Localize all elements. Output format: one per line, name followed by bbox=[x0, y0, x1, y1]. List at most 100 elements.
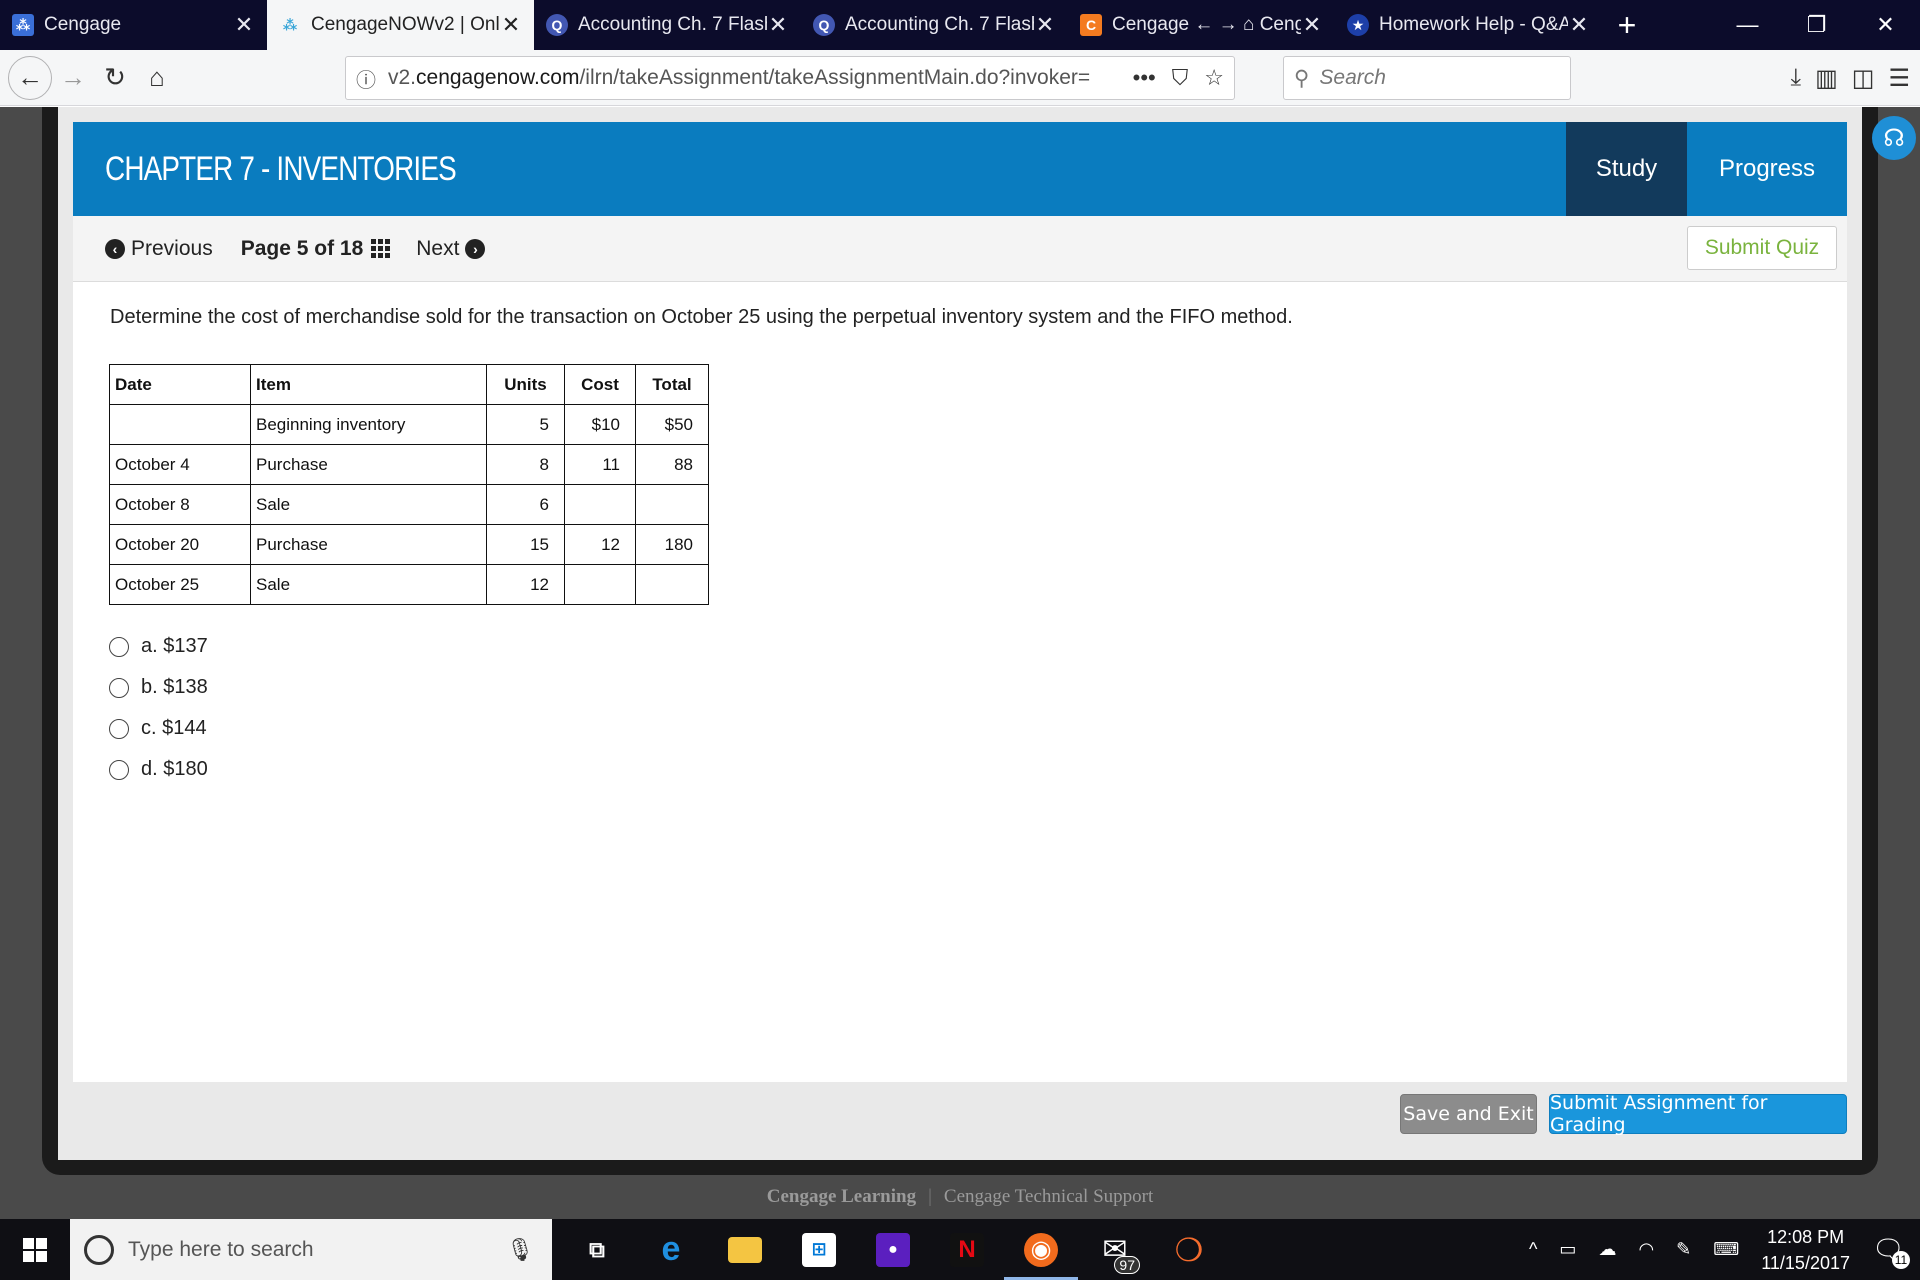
browser-nav-bar: ← → ↻ ⌂ ⓘ v2. cengagenow.com/ilrn/takeAss… bbox=[0, 50, 1920, 106]
clock[interactable]: 12:08 PM 11/15/2017 bbox=[1761, 1224, 1850, 1276]
radio-button[interactable] bbox=[109, 636, 129, 657]
clock-date: 11/15/2017 bbox=[1761, 1252, 1850, 1273]
window-controls: — ❐ ✕ bbox=[1713, 0, 1920, 50]
reload-icon[interactable]: ↻ bbox=[94, 57, 136, 99]
progress-tab[interactable]: Progress bbox=[1687, 122, 1847, 216]
table-cell: Sale bbox=[250, 484, 487, 525]
taskbar-search-input[interactable]: Type here to search 🎙 bbox=[70, 1219, 552, 1280]
study-tab[interactable]: Study bbox=[1566, 122, 1687, 216]
onedrive-cloud-icon[interactable]: ☁ bbox=[1598, 1239, 1616, 1260]
bookmark-star-icon[interactable]: ☆ bbox=[1204, 65, 1224, 91]
footer-support-link[interactable]: Cengage Technical Support bbox=[944, 1186, 1153, 1208]
table-cell: 8 bbox=[486, 444, 565, 485]
browser-tab[interactable]: Q Accounting Ch. 7 Flash ✕ bbox=[534, 0, 801, 50]
submit-assignment-button[interactable]: Submit Assignment for Grading bbox=[1549, 1092, 1847, 1136]
page-indicator[interactable]: Page 5 of 18 bbox=[241, 237, 391, 261]
chapter-header: CHAPTER 7 - INVENTORIES Study Progress bbox=[73, 122, 1847, 216]
wifi-icon[interactable]: ◠ bbox=[1638, 1239, 1654, 1260]
pocket-icon[interactable]: ⛉ bbox=[1172, 65, 1189, 91]
mail-app[interactable]: ✉ 97 bbox=[1078, 1219, 1152, 1280]
close-window-icon[interactable]: ✕ bbox=[1851, 0, 1920, 50]
sidebar-icon[interactable]: ◫ bbox=[1852, 64, 1875, 93]
table-row: October 4 Purchase 8 11 88 bbox=[109, 444, 709, 485]
keyboard-icon[interactable]: ⌨ bbox=[1713, 1239, 1739, 1260]
taskbar-apps: ⧉ e ⊞ ● N ◉ ✉ 97 ❍ bbox=[560, 1219, 1226, 1280]
more-icon[interactable]: ••• bbox=[1133, 65, 1156, 91]
purple-app[interactable]: ● bbox=[856, 1219, 930, 1280]
microphone-icon[interactable]: 🎙 bbox=[506, 1237, 534, 1263]
download-icon[interactable]: ⤓ bbox=[1791, 64, 1802, 92]
library-icon[interactable]: ▥ bbox=[1815, 64, 1838, 93]
browser-tab[interactable]: ★ Homework Help - Q&A ✕ bbox=[1335, 0, 1602, 50]
next-button[interactable]: Next › bbox=[416, 237, 486, 261]
origin-app[interactable]: ❍ bbox=[1152, 1219, 1226, 1280]
save-and-exit-button[interactable]: Save and Exit bbox=[1400, 1094, 1537, 1134]
close-icon[interactable]: ✕ bbox=[767, 12, 789, 38]
back-arrow-icon[interactable]: ← bbox=[8, 55, 52, 100]
system-tray: ^ ▭ ☁ ◠ ✎ ⌨ 12:08 PM 11/15/2017 🗨 11 bbox=[1529, 1224, 1920, 1276]
table-cell bbox=[635, 484, 709, 525]
search-input[interactable]: ⚲ Search bbox=[1283, 56, 1571, 100]
table-cell: 5 bbox=[486, 404, 565, 445]
quizlet-icon: Q bbox=[546, 14, 568, 36]
tab-title: Cengage ← → ⌂ Ceng bbox=[1112, 14, 1301, 35]
close-icon[interactable]: ✕ bbox=[1568, 12, 1590, 38]
grid-icon bbox=[371, 239, 391, 258]
url-bar[interactable]: ⓘ v2. cengagenow.com/ilrn/takeAssignment/… bbox=[345, 56, 1235, 100]
file-explorer-app[interactable] bbox=[708, 1219, 782, 1280]
battery-icon[interactable]: ▭ bbox=[1559, 1239, 1576, 1260]
home-icon[interactable]: ⌂ bbox=[136, 57, 178, 99]
table-cell bbox=[564, 564, 636, 605]
previous-label: Previous bbox=[131, 236, 213, 260]
radio-button[interactable] bbox=[109, 718, 129, 739]
table-row: October 20 Purchase 15 12 180 bbox=[109, 524, 709, 565]
restore-icon[interactable]: ❐ bbox=[1782, 0, 1851, 50]
tab-title: Accounting Ch. 7 Flash bbox=[845, 14, 1034, 35]
previous-button[interactable]: ‹ Previous bbox=[105, 237, 213, 261]
taskbar: Type here to search 🎙 ⧉ e ⊞ ● N ◉ ✉ 97 ❍… bbox=[0, 1219, 1920, 1280]
table-cell: October 4 bbox=[109, 444, 251, 485]
menu-icon[interactable]: ☰ bbox=[1888, 64, 1910, 93]
info-icon[interactable]: ⓘ bbox=[356, 64, 376, 93]
page-footer: Cengage Learning | Cengage Technical Sup… bbox=[0, 1175, 1920, 1219]
browser-tab[interactable]: C Cengage ← → ⌂ Ceng ✕ bbox=[1068, 0, 1335, 50]
pen-icon[interactable]: ✎ bbox=[1676, 1239, 1691, 1260]
table-cell: October 25 bbox=[109, 564, 251, 605]
radio-button[interactable] bbox=[109, 677, 129, 698]
new-tab-button[interactable]: + bbox=[1602, 0, 1652, 50]
answer-option-a[interactable]: a. $137 bbox=[109, 626, 208, 667]
answer-option-d[interactable]: d. $180 bbox=[109, 749, 208, 790]
answer-option-b[interactable]: b. $138 bbox=[109, 667, 208, 708]
firefox-icon: ◉ bbox=[1024, 1232, 1058, 1267]
action-center-button[interactable]: 🗨 11 bbox=[1872, 1234, 1910, 1269]
browser-tab[interactable]: ⁂ Cengage ✕ bbox=[0, 0, 267, 50]
cengage-c-icon: C bbox=[1080, 14, 1102, 36]
browser-tab[interactable]: Q Accounting Ch. 7 Flash ✕ bbox=[801, 0, 1068, 50]
store-app[interactable]: ⊞ bbox=[782, 1219, 856, 1280]
firefox-app[interactable]: ◉ bbox=[1004, 1219, 1078, 1280]
forward-arrow-icon[interactable]: → bbox=[52, 57, 94, 99]
chevron-up-icon[interactable]: ^ bbox=[1529, 1239, 1537, 1260]
close-icon[interactable]: ✕ bbox=[1301, 12, 1323, 38]
radio-button[interactable] bbox=[109, 759, 129, 780]
start-button[interactable] bbox=[0, 1219, 70, 1280]
headset-help-icon[interactable]: ☊ bbox=[1872, 116, 1916, 160]
browser-tab-active[interactable]: ⁂ CengageNOWv2 | Onli ✕ bbox=[267, 0, 534, 50]
footer-brand[interactable]: Cengage Learning bbox=[767, 1186, 916, 1208]
column-header: Item bbox=[250, 364, 487, 405]
answer-option-c[interactable]: c. $144 bbox=[109, 708, 208, 749]
task-view-button[interactable]: ⧉ bbox=[560, 1219, 634, 1280]
table-cell: 12 bbox=[564, 524, 636, 565]
minimize-icon[interactable]: — bbox=[1713, 0, 1782, 50]
close-icon[interactable]: ✕ bbox=[233, 12, 255, 38]
close-icon[interactable]: ✕ bbox=[500, 12, 522, 38]
close-icon[interactable]: ✕ bbox=[1034, 12, 1056, 38]
netflix-app[interactable]: N bbox=[930, 1219, 1004, 1280]
table-cell bbox=[564, 484, 636, 525]
table-row: Beginning inventory 5 $10 $50 bbox=[109, 404, 709, 445]
column-header: Total bbox=[635, 364, 709, 405]
option-label: d. $180 bbox=[141, 758, 208, 780]
edge-app[interactable]: e bbox=[634, 1219, 708, 1280]
submit-quiz-button[interactable]: Submit Quiz bbox=[1687, 226, 1837, 270]
table-header-row: Date Item Units Cost Total bbox=[109, 364, 709, 405]
